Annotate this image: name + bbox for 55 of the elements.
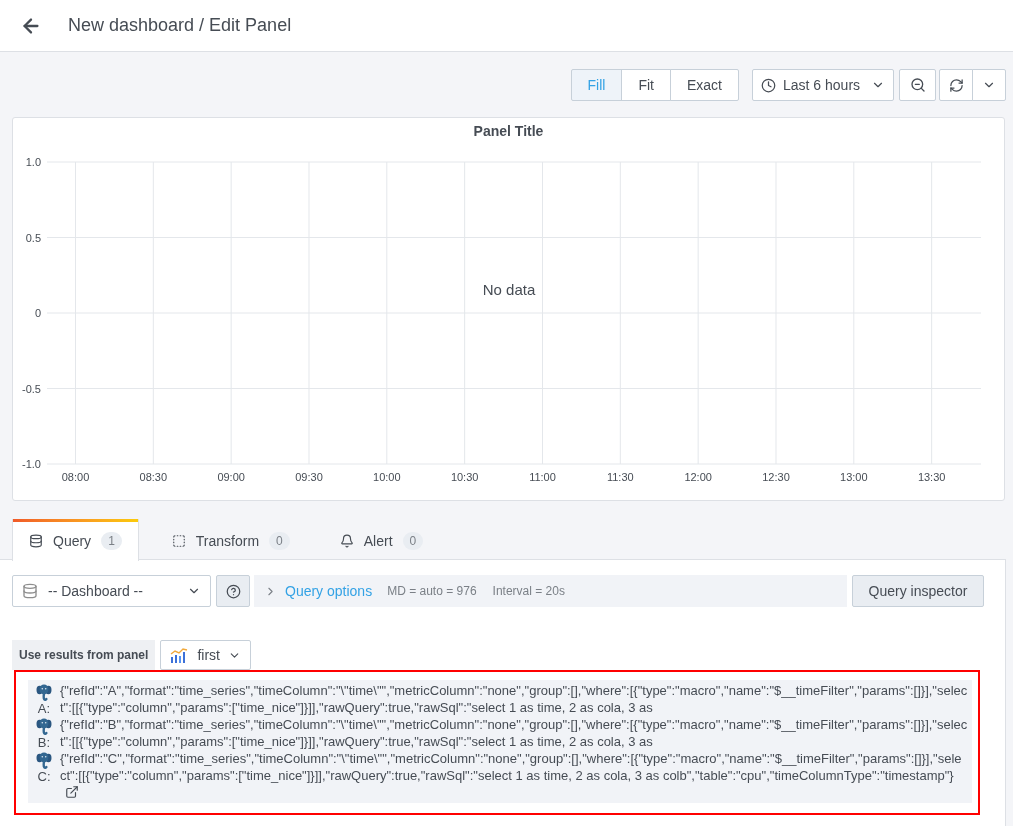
help-button[interactable]: [216, 575, 250, 607]
clock-icon: [761, 77, 776, 93]
x-axis-label: 12:30: [762, 471, 790, 483]
count-badge: 0: [402, 532, 424, 550]
source-panel-select[interactable]: first: [160, 640, 252, 670]
refresh-button[interactable]: [939, 69, 973, 101]
x-axis-label: 09:00: [217, 471, 245, 483]
query-ref-label: A:: [37, 701, 51, 716]
zoom-out-icon: [909, 77, 926, 93]
y-axis-label: 0.5: [25, 231, 41, 244]
no-data-message: No data: [482, 281, 536, 298]
datasource-select[interactable]: -- Dashboard --: [12, 575, 211, 607]
query-json-text: {"refId":"B","format":"time_series","timeColumn":"\"time\"","metricColumn":"none","group":[],"where":[{"type":"macro","name":"$__timeFilter","params":[]}],"select":[[{"type":"column","params":["time_nice"]}]],"rawQuery":true,"rawSql":"select 1 as time, 2 as cola, 3 as: [60, 717, 968, 749]
x-axis-label: 09:30: [295, 471, 323, 483]
count-badge: 0: [269, 532, 290, 550]
x-axis-label: 11:30: [606, 471, 634, 483]
source-panel-label: Use results from panel: [12, 640, 156, 670]
y-axis-label: -0.5: [22, 382, 41, 395]
x-axis-label: 08:00: [61, 471, 90, 483]
x-axis-label: 08:30: [139, 471, 168, 483]
y-axis-label: -1.0: [22, 458, 41, 470]
count-badge: 1: [101, 532, 122, 550]
query-ref-label: B:: [37, 735, 51, 750]
query-json-text: {"refId":"A","format":"time_series","timeColumn":"\"time\"","metricColumn":"none","group":[],"where":[{"type":"macro","name":"$__timeFilter","params":[]}],"select":[[{"type":"column","params":["time_nice"]}]],"rawQuery":true,"rawSql":"select 1 as time, 2 as cola, 3 as: [60, 683, 968, 715]
y-axis-label: 0: [34, 307, 41, 319]
refresh-icon: [948, 77, 964, 93]
y-axis-label: 1.0: [25, 156, 41, 168]
x-axis-label: 10:30: [450, 471, 479, 483]
x-axis-label: 10:00: [373, 471, 401, 483]
editor-tab[interactable]: Query 1: [12, 519, 139, 561]
external-link-icon[interactable]: [65, 785, 79, 799]
dashed-square-icon: [171, 534, 186, 548]
max-data-points-info: MD = auto = 976: [387, 583, 477, 600]
query-ref-label: C:: [37, 769, 51, 784]
query-inspector-button[interactable]: Query inspector: [852, 575, 984, 607]
interval-info: Interval = 20s: [492, 583, 565, 600]
elephant-icon: [36, 751, 52, 769]
x-axis-label: 12:00: [684, 471, 712, 483]
time-range-picker[interactable]: Last 6 hours: [752, 69, 894, 101]
elephant-icon: [36, 717, 52, 735]
bar-chart-icon: [170, 647, 189, 663]
bell-icon: [339, 534, 354, 548]
x-axis-label: 11:00: [529, 471, 556, 483]
x-axis-label: 13:00: [840, 471, 868, 483]
database-icon: [22, 583, 38, 599]
database-icon: [29, 534, 43, 548]
x-axis-label: 13:30: [917, 471, 946, 483]
page-title: New dashboard / Edit Panel: [68, 14, 292, 37]
view-mode-button[interactable]: Fit: [621, 69, 671, 101]
view-mode-button[interactable]: Exact: [670, 69, 739, 101]
help-icon: [225, 583, 241, 599]
query-json-text: {"refId":"C","format":"time_series","timeColumn":"\"time\"","metricColumn":"none","group":[],"where":[{"type":"macro","name":"$__timeFilter","params":[]}],"select":[[{"type":"column","params":["time_nice"]}]],"rawQuery":true,"rawSql":"select 1 as time, 2 as cola, 3 as colb","table":"cpu","timeColumnType":"timestamp"}: [60, 751, 962, 783]
elephant-icon: [36, 683, 52, 701]
panel-title: Panel Title: [473, 122, 544, 140]
zoom-out-button[interactable]: [899, 69, 936, 101]
